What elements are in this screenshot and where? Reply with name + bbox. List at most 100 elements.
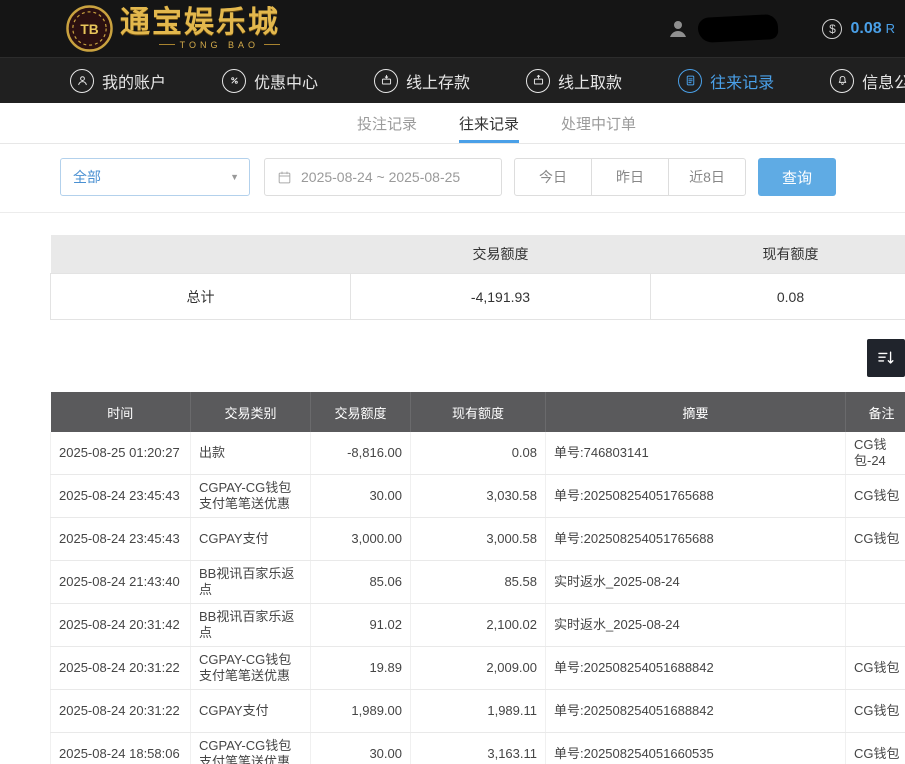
sort-button[interactable] (867, 339, 905, 377)
query-button[interactable]: 查询 (758, 158, 836, 196)
records-icon (678, 69, 702, 93)
nav-item-label: 我的账户 (102, 69, 166, 93)
cell-time: 2025-08-24 20:31:22 (51, 647, 191, 690)
nav-item[interactable]: 我的账户 (70, 69, 166, 93)
nav-item[interactable]: 信息公告 (830, 69, 905, 93)
type-select[interactable]: 全部 ▼ (60, 158, 250, 196)
table-row: 2025-08-24 20:31:22CGPAY-CG钱包支付笔笔送优惠19.8… (51, 647, 905, 690)
col-header-note: 备注 (846, 392, 905, 432)
sort-row (0, 339, 905, 377)
quick-range-button[interactable]: 今日 (514, 158, 592, 196)
cell-amount: 1,989.00 (311, 690, 411, 733)
nav-item[interactable]: 优惠中心 (222, 69, 318, 93)
tab[interactable]: 处理中订单 (561, 103, 636, 143)
cell-note: CG钱包-24 (846, 432, 905, 475)
topbar-right: $ 0.08 R (666, 16, 895, 41)
cell-amount: 30.00 (311, 733, 411, 764)
summary-col-balance: 现有额度 (651, 235, 905, 274)
cell-time: 2025-08-24 20:31:22 (51, 690, 191, 733)
cell-balance: 2,009.00 (411, 647, 546, 690)
quick-range-button[interactable]: 昨日 (591, 158, 669, 196)
page: TB 通宝娱乐城 TONG BAO $ 0.08 R 我的账户 优惠中心 线上存款 线… (0, 0, 905, 764)
cell-type: BB视讯百家乐返点 (191, 561, 311, 604)
cell-type: CGPAY-CG钱包支付笔笔送优惠 (191, 647, 311, 690)
cell-note: CG钱包 (846, 518, 905, 561)
cell-type: CGPAY-CG钱包支付笔笔送优惠 (191, 475, 311, 518)
summary-total-row: 总计 -4,191.93 0.08 (51, 274, 905, 320)
cell-summary: 单号:202508254051688842 (546, 647, 846, 690)
nav-item[interactable]: 线上取款 (526, 69, 622, 93)
nav-item-label: 信息公告 (862, 69, 905, 93)
cell-summary: 单号:746803141 (546, 432, 846, 475)
quick-range-button[interactable]: 近8日 (668, 158, 746, 196)
cell-summary: 实时返水_2025-08-24 (546, 561, 846, 604)
summary-total-transaction: -4,191.93 (351, 274, 651, 320)
tab[interactable]: 投注记录 (357, 103, 417, 143)
cell-balance: 3,030.58 (411, 475, 546, 518)
cell-amount: 91.02 (311, 604, 411, 647)
cell-type: BB视讯百家乐返点 (191, 604, 311, 647)
quick-range-group: 今日昨日近8日 (514, 158, 746, 196)
cell-time: 2025-08-24 21:43:40 (51, 561, 191, 604)
balance-amount: 0.08 (850, 20, 881, 38)
cell-type: CGPAY-CG钱包支付笔笔送优惠 (191, 733, 311, 764)
table-row: 2025-08-24 20:31:22CGPAY支付1,989.001,989.… (51, 690, 905, 733)
nav-item-label: 线上取款 (558, 69, 622, 93)
sub-nav: 投注记录 往来记录 处理中订单 (0, 103, 905, 144)
nav-item[interactable]: 往来记录 (678, 69, 774, 93)
cell-note: CG钱包 (846, 475, 905, 518)
cell-time: 2025-08-24 23:45:43 (51, 518, 191, 561)
cell-time: 2025-08-24 23:45:43 (51, 475, 191, 518)
logo-text: 通宝娱乐城 TONG BAO (120, 8, 280, 50)
summary-total-label: 总计 (51, 274, 351, 320)
money-icon: $ (822, 19, 842, 39)
cell-summary: 单号:202508254051765688 (546, 518, 846, 561)
cell-note: CG钱包 (846, 647, 905, 690)
table-row: 2025-08-24 20:31:42BB视讯百家乐返点91.022,100.0… (51, 604, 905, 647)
deposit-icon (374, 69, 398, 93)
logo[interactable]: TB 通宝娱乐城 TONG BAO (66, 5, 280, 52)
summary-col-transaction: 交易额度 (351, 235, 651, 274)
cell-balance: 1,989.11 (411, 690, 546, 733)
cell-type: CGPAY支付 (191, 690, 311, 733)
cell-note (846, 561, 905, 604)
cell-summary: 单号:202508254051688842 (546, 690, 846, 733)
summary-table: 交易额度 现有额度 总计 -4,191.93 0.08 (50, 235, 905, 320)
table-row: 2025-08-24 21:43:40BB视讯百家乐返点85.0685.58实时… (51, 561, 905, 604)
main-nav: 我的账户 优惠中心 线上存款 线上取款 往来记录 信息公告 (0, 57, 905, 103)
logo-badge: TB (80, 22, 98, 37)
col-header-type: 交易类别 (191, 392, 311, 432)
summary-total-balance: 0.08 (651, 274, 905, 320)
summary-header-row: 交易额度 现有额度 (51, 235, 905, 274)
cell-time: 2025-08-24 20:31:42 (51, 604, 191, 647)
cell-amount: 3,000.00 (311, 518, 411, 561)
filter-bar: 全部 ▼ 2025-08-24 ~ 2025-08-25 今日昨日近8日 查询 (0, 144, 905, 213)
tab[interactable]: 往来记录 (459, 103, 519, 143)
chevron-down-icon: ▼ (230, 172, 239, 182)
nav-item-label: 线上存款 (406, 69, 470, 93)
nav-item[interactable]: 线上存款 (374, 69, 470, 93)
balance-currency: R (886, 21, 895, 36)
cell-balance: 0.08 (411, 432, 546, 475)
records-tbody: 2025-08-25 01:20:27出款-8,816.000.08单号:746… (51, 432, 905, 764)
user-avatar-icon[interactable] (666, 17, 690, 41)
cell-amount: 85.06 (311, 561, 411, 604)
user-icon (70, 69, 94, 93)
nav-item-label: 优惠中心 (254, 69, 318, 93)
cell-amount: 19.89 (311, 647, 411, 690)
col-header-amount: 交易额度 (311, 392, 411, 432)
date-range-value: 2025-08-24 ~ 2025-08-25 (301, 169, 460, 185)
type-select-value: 全部 (73, 167, 101, 187)
promo-icon (222, 69, 246, 93)
cell-amount: -8,816.00 (311, 432, 411, 475)
table-row: 2025-08-24 23:45:43CGPAY支付3,000.003,000.… (51, 518, 905, 561)
col-header-balance: 现有额度 (411, 392, 546, 432)
logo-title: 通宝娱乐城 (120, 8, 280, 38)
sort-icon (876, 348, 896, 368)
cell-time: 2025-08-24 18:58:06 (51, 733, 191, 764)
date-range-picker[interactable]: 2025-08-24 ~ 2025-08-25 (264, 158, 502, 196)
calendar-icon (277, 170, 292, 185)
cell-balance: 3,000.58 (411, 518, 546, 561)
cell-type: CGPAY支付 (191, 518, 311, 561)
cell-summary: 单号:202508254051660535 (546, 733, 846, 764)
